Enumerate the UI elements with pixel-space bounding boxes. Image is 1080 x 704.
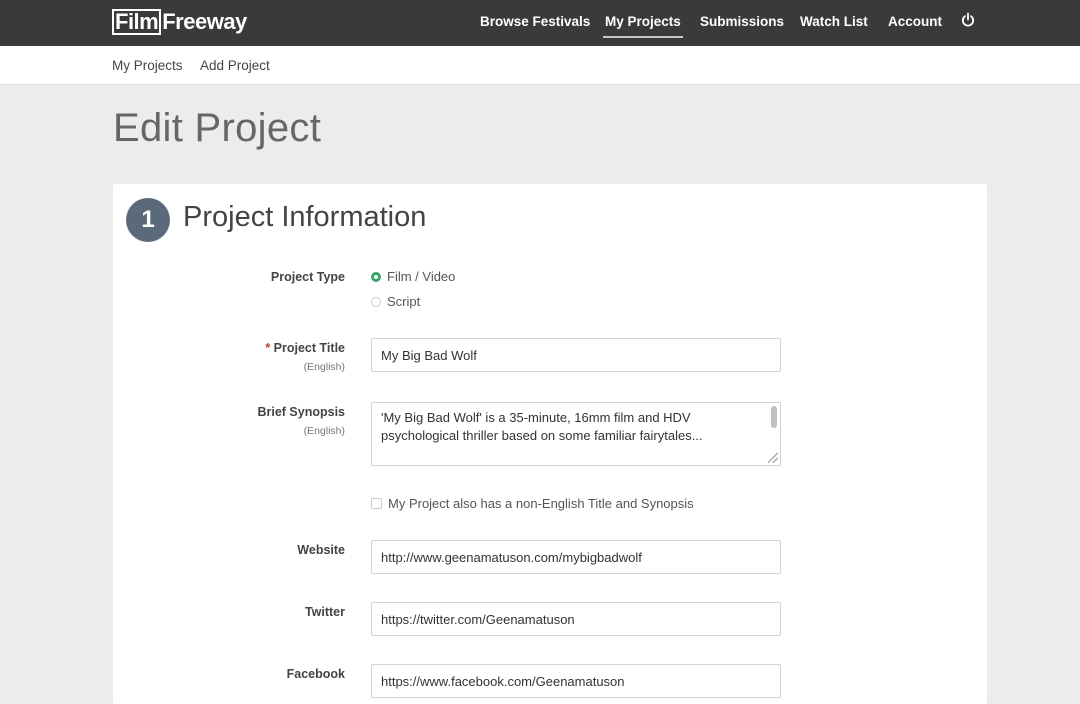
project-title-input[interactable]: My Big Bad Wolf (371, 338, 781, 372)
required-asterisk: * (265, 341, 271, 355)
twitter-input[interactable]: https://twitter.com/Geenamatuson (371, 602, 781, 636)
non-english-checkbox[interactable] (371, 498, 382, 509)
radio-script-label: Script (387, 294, 421, 309)
facebook-input[interactable]: https://www.facebook.com/Geenamatuson (371, 664, 781, 698)
project-title-sublabel: (English) (303, 361, 345, 373)
non-english-checkbox-row[interactable]: My Project also has a non-English Title … (371, 496, 694, 511)
resize-handle-icon[interactable] (768, 453, 778, 463)
subnav-my-projects[interactable]: My Projects (112, 58, 183, 73)
project-title-label-text: Project Title (273, 341, 345, 355)
subnav-add-project[interactable]: Add Project (200, 58, 270, 73)
synopsis-line-1: 'My Big Bad Wolf' is a 35-minute, 16mm f… (381, 410, 691, 425)
section-title: Project Information (183, 201, 427, 233)
website-input[interactable]: http://www.geenamatuson.com/mybigbadwolf (371, 540, 781, 574)
textarea-scrollbar[interactable] (771, 406, 777, 428)
filmfreeway-logo[interactable]: Film Freeway (112, 7, 247, 37)
synopsis-textarea[interactable]: 'My Big Bad Wolf' is a 35-minute, 16mm f… (371, 402, 781, 466)
radio-checked-icon[interactable] (371, 271, 381, 282)
project-info-card: 1 Project Information Project Type Film … (113, 184, 987, 704)
non-english-checkbox-label: My Project also has a non-English Title … (388, 496, 694, 511)
page-title: Edit Project (113, 106, 322, 150)
synopsis-sublabel: (English) (303, 425, 345, 437)
synopsis-label: Brief Synopsis (257, 405, 345, 419)
radio-script[interactable]: Script (371, 294, 420, 309)
twitter-label: Twitter (304, 605, 345, 619)
facebook-label: Facebook (286, 667, 345, 681)
nav-my-projects[interactable]: My Projects (603, 14, 683, 38)
logo-film-text: Film (112, 9, 162, 35)
top-navbar: Film Freeway Browse Festivals My Projects… (0, 0, 1080, 46)
website-label: Website (297, 543, 345, 557)
synopsis-line-2: psychological thriller based on some fam… (381, 428, 703, 443)
sub-navbar: My Projects Add Project (0, 46, 1080, 85)
nav-browse-festivals[interactable]: Browse Festivals (480, 14, 590, 29)
nav-watch-list[interactable]: Watch List (800, 14, 868, 29)
project-type-label: Project Type (270, 270, 345, 284)
nav-submissions[interactable]: Submissions (700, 14, 784, 29)
power-icon[interactable] (961, 12, 975, 28)
radio-film-video-label: Film / Video (387, 269, 456, 284)
radio-film-video[interactable]: Film / Video (371, 269, 455, 284)
nav-account[interactable]: Account (888, 14, 942, 29)
step-number-badge: 1 (126, 198, 170, 242)
logo-freeway-text: Freeway (162, 9, 247, 34)
radio-unchecked-icon[interactable] (371, 296, 381, 307)
project-title-label: * Project Title (265, 341, 345, 355)
